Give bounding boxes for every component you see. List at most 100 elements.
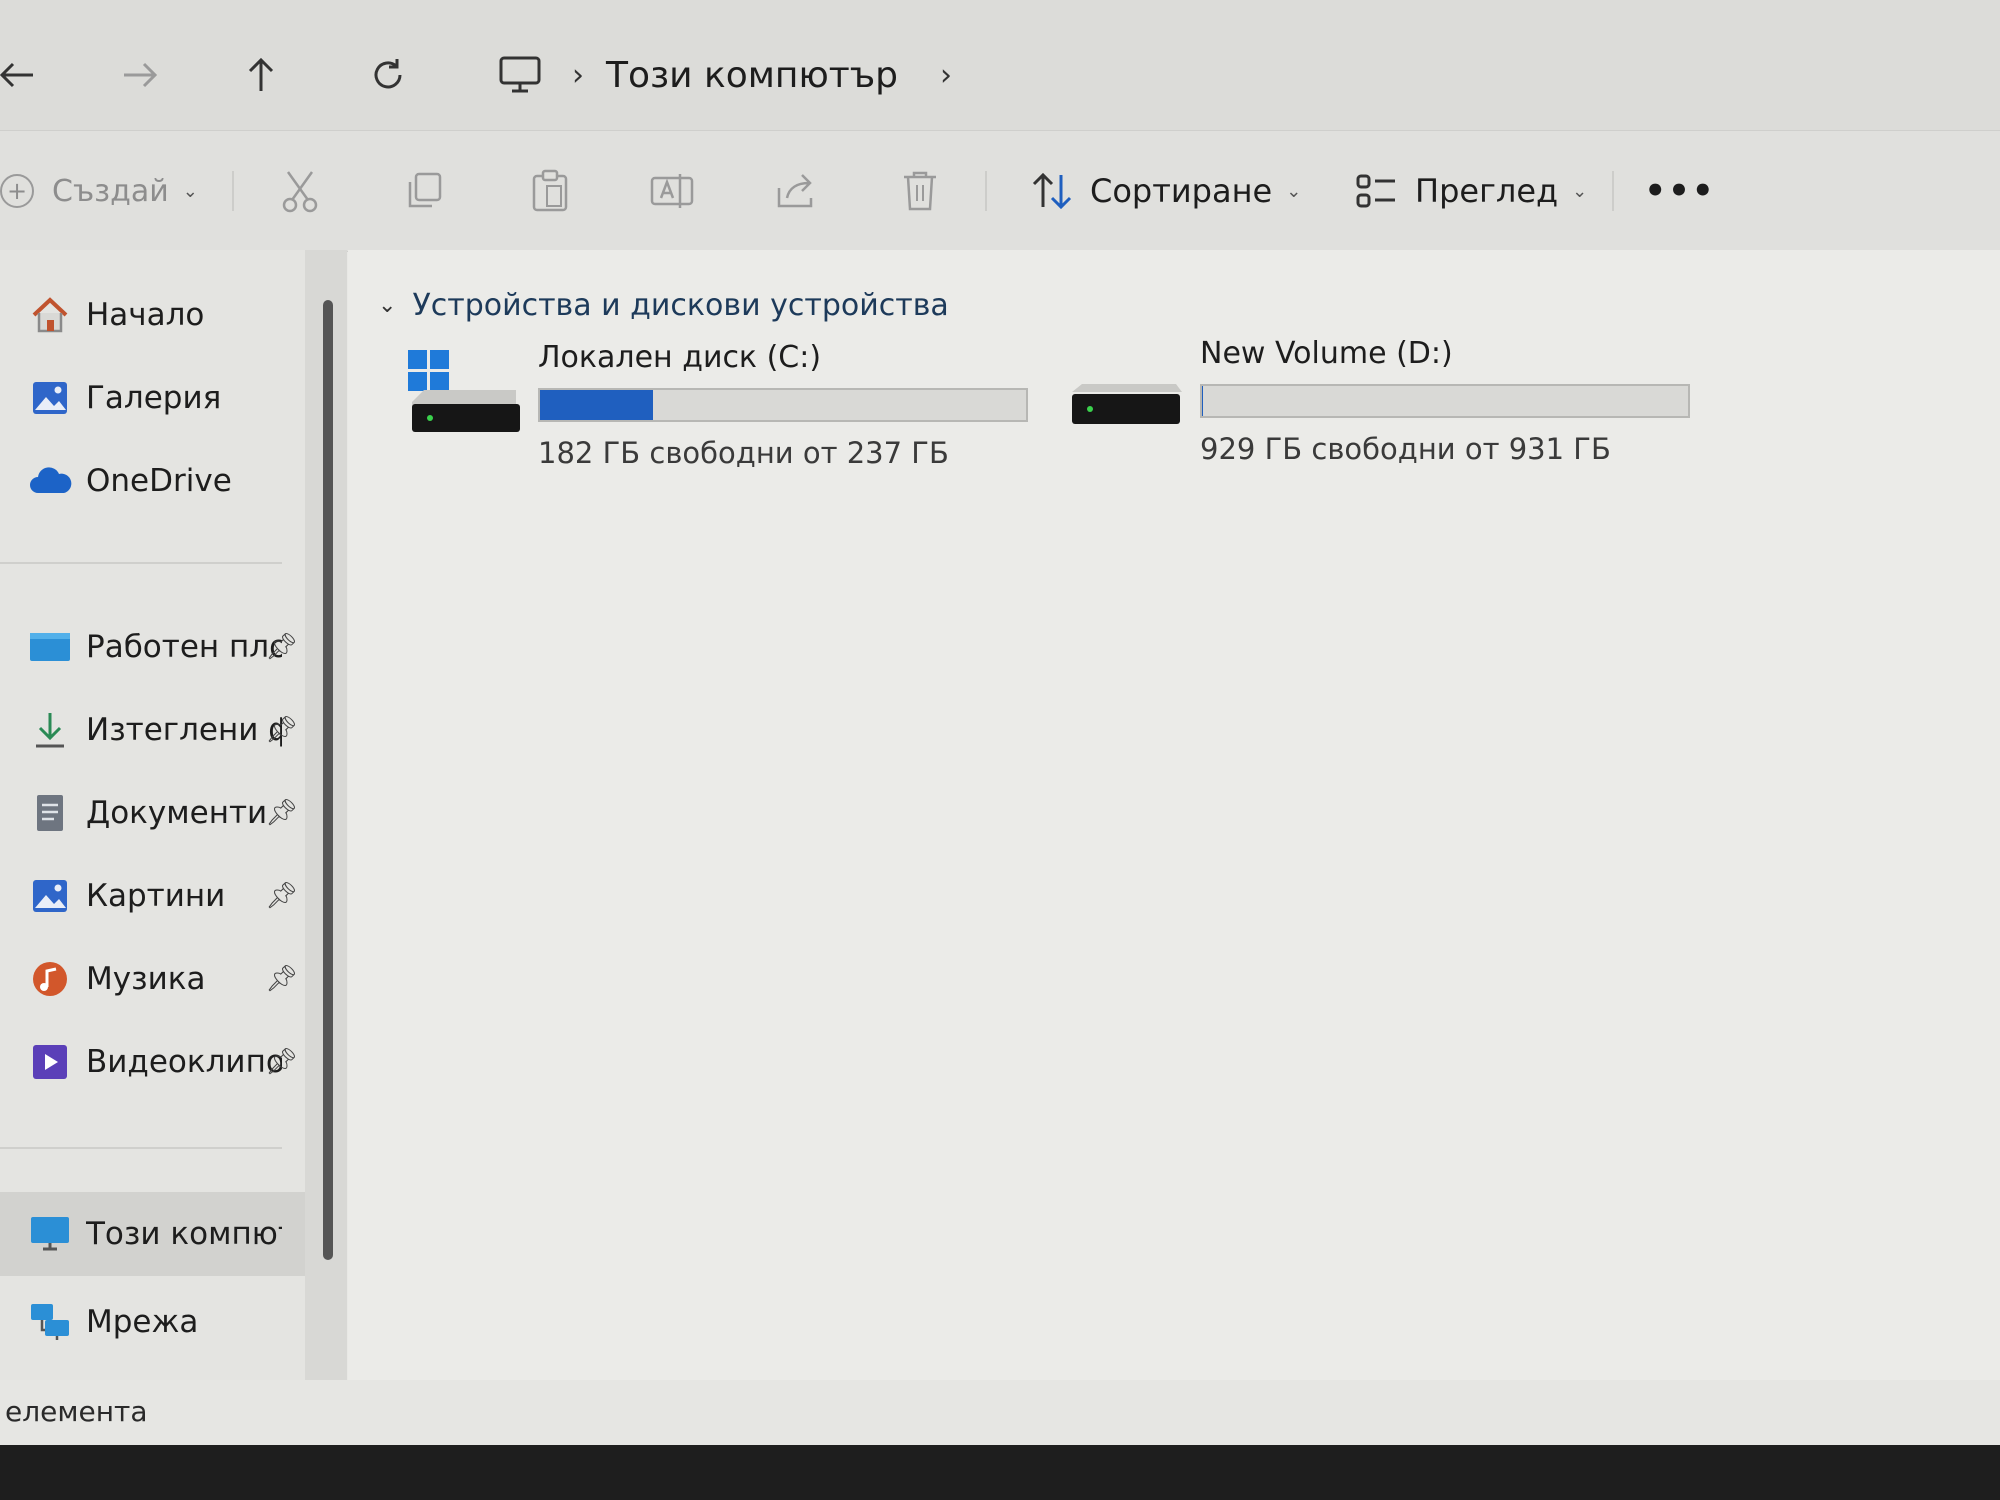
sidebar-item-label: Галерия <box>86 380 222 416</box>
delete-button[interactable] <box>890 161 950 221</box>
status-bar: елемента <box>0 1380 2000 1445</box>
computer-icon <box>28 1212 72 1256</box>
sidebar-separator <box>0 1147 282 1149</box>
cut-button[interactable] <box>270 161 330 221</box>
music-icon <box>28 957 72 1001</box>
pin-icon[interactable]: 📌︎ <box>265 964 298 994</box>
document-icon <box>28 791 72 835</box>
share-button[interactable] <box>767 161 827 221</box>
sidebar-item-home[interactable]: Начало <box>0 280 305 350</box>
sidebar-item-onedrive[interactable]: OneDrive <box>0 446 305 516</box>
breadcrumb-separator-end[interactable]: › <box>940 58 952 93</box>
scissors-icon <box>282 171 318 213</box>
drive-item-d[interactable]: New Volume (D:) 929 ГБ свободни от 931 Г… <box>1070 336 1720 480</box>
content-pane: ⌄ Устройства и дискови устройства Локале… <box>348 250 2000 1380</box>
file-explorer-window: › Този компютър › + Създай ⌄ Сортиране ⌄… <box>0 0 2000 1445</box>
up-button[interactable] <box>226 40 296 110</box>
refresh-button[interactable] <box>353 40 423 110</box>
pin-icon[interactable]: 📌︎ <box>265 881 298 911</box>
drive-name: Локален диск (C:) <box>538 340 822 375</box>
refresh-icon <box>374 59 402 89</box>
navigation-pane: Начало Галерия OneDrive Работен плот 📌︎ … <box>0 250 310 1380</box>
sidebar-item-documents[interactable]: Документи 📌︎ <box>0 778 305 848</box>
clipboard-icon <box>532 169 568 212</box>
share-icon <box>777 174 813 208</box>
sidebar-item-network[interactable]: Мрежа <box>0 1287 305 1357</box>
chevron-down-icon: ⌄ <box>378 292 397 318</box>
desktop-icon <box>28 625 72 669</box>
arrow-up-icon <box>248 57 274 91</box>
arrow-right-icon <box>124 62 158 88</box>
forward-button[interactable] <box>105 40 175 110</box>
view-button[interactable]: Преглед ⌄ <box>1355 161 1587 221</box>
drive-usage-bar <box>1200 384 1690 418</box>
drive-icon <box>1070 350 1185 450</box>
pin-icon[interactable]: 📌︎ <box>265 715 298 745</box>
rename-button[interactable] <box>642 161 702 221</box>
drive-usage-fill <box>540 390 653 420</box>
toolbar-divider <box>1612 171 1614 211</box>
breadcrumb: › Този компютър › <box>490 40 974 110</box>
chevron-down-icon: ⌄ <box>1286 180 1302 202</box>
sidebar-scrollbar-thumb[interactable] <box>323 300 333 1260</box>
sidebar-item-videos[interactable]: Видеоклипове 📌︎ <box>0 1027 305 1097</box>
command-toolbar: + Създай ⌄ Сортиране ⌄ Преглед ⌄ ••• <box>0 130 2000 252</box>
windows-drive-icon <box>408 350 523 450</box>
sidebar-item-label: Работен плот <box>86 629 282 665</box>
group-header-devices[interactable]: ⌄ Устройства и дискови устройства <box>378 280 949 330</box>
sort-button[interactable]: Сортиране ⌄ <box>1030 161 1301 221</box>
create-label: Създай <box>52 173 169 209</box>
network-icon <box>28 1300 72 1344</box>
toolbar-divider <box>232 171 234 211</box>
chevron-down-icon: ⌄ <box>182 180 198 202</box>
trash-icon <box>904 171 936 211</box>
sidebar-item-music[interactable]: Музика 📌︎ <box>0 944 305 1014</box>
pin-icon[interactable]: 📌︎ <box>265 632 298 662</box>
breadcrumb-computer[interactable] <box>490 45 550 105</box>
drive-free-space: 929 ГБ свободни от 931 ГБ <box>1200 432 1611 466</box>
sidebar-separator <box>0 562 282 564</box>
address-bar-row: › Този компютър › <box>0 0 2000 130</box>
more-options-button[interactable]: ••• <box>1644 161 1713 221</box>
view-label: Преглед <box>1415 172 1559 210</box>
arrow-left-icon <box>0 62 33 88</box>
drive-usage-bar <box>538 388 1028 422</box>
group-title: Устройства и дискови устройства <box>412 287 949 323</box>
create-button[interactable]: + Създай ⌄ <box>0 161 198 221</box>
sidebar-item-label: Картини <box>86 878 226 914</box>
sidebar-item-desktop[interactable]: Работен плот 📌︎ <box>0 612 305 682</box>
sort-arrows-icon <box>1032 172 1072 210</box>
sidebar-item-downloads[interactable]: Изтеглени файлове 📌︎ <box>0 695 305 765</box>
sidebar-item-gallery[interactable]: Галерия <box>0 363 305 433</box>
sidebar-item-pictures[interactable]: Картини 📌︎ <box>0 861 305 931</box>
drive-item-c[interactable]: Локален диск (C:) 182 ГБ свободни от 237… <box>408 340 1058 480</box>
view-list-icon <box>1356 174 1395 208</box>
pin-icon[interactable]: 📌︎ <box>265 1047 298 1077</box>
sidebar-item-label: OneDrive <box>86 463 232 499</box>
sidebar-item-label: Музика <box>86 961 206 997</box>
pin-icon[interactable]: 📌︎ <box>265 798 298 828</box>
rename-icon <box>650 174 694 208</box>
sidebar-item-this-pc[interactable]: Този компютър <box>0 1192 305 1276</box>
sidebar-item-label: Видеоклипове <box>86 1044 282 1080</box>
sidebar-item-label: Начало <box>86 297 205 333</box>
status-item-count: елемента <box>5 1395 148 1428</box>
drive-free-space: 182 ГБ свободни от 237 ГБ <box>538 436 949 470</box>
toolbar-divider <box>985 171 987 211</box>
breadcrumb-separator: › <box>572 57 584 93</box>
copy-button[interactable] <box>395 161 455 221</box>
gallery-icon <box>28 376 72 420</box>
copy-icon <box>408 172 442 208</box>
cloud-icon <box>28 459 72 503</box>
sort-label: Сортиране <box>1090 172 1273 210</box>
monitor-icon <box>499 56 541 93</box>
paste-button[interactable] <box>520 161 580 221</box>
sidebar-item-label: Мрежа <box>86 1304 199 1340</box>
download-icon <box>28 708 72 752</box>
sidebar-item-label: Изтеглени файлове <box>86 712 282 748</box>
back-button[interactable] <box>0 40 52 110</box>
breadcrumb-location[interactable]: Този компютър <box>606 55 898 96</box>
pictures-icon <box>28 874 72 918</box>
drive-usage-fill <box>1202 386 1203 416</box>
chevron-down-icon: ⌄ <box>1572 180 1588 202</box>
